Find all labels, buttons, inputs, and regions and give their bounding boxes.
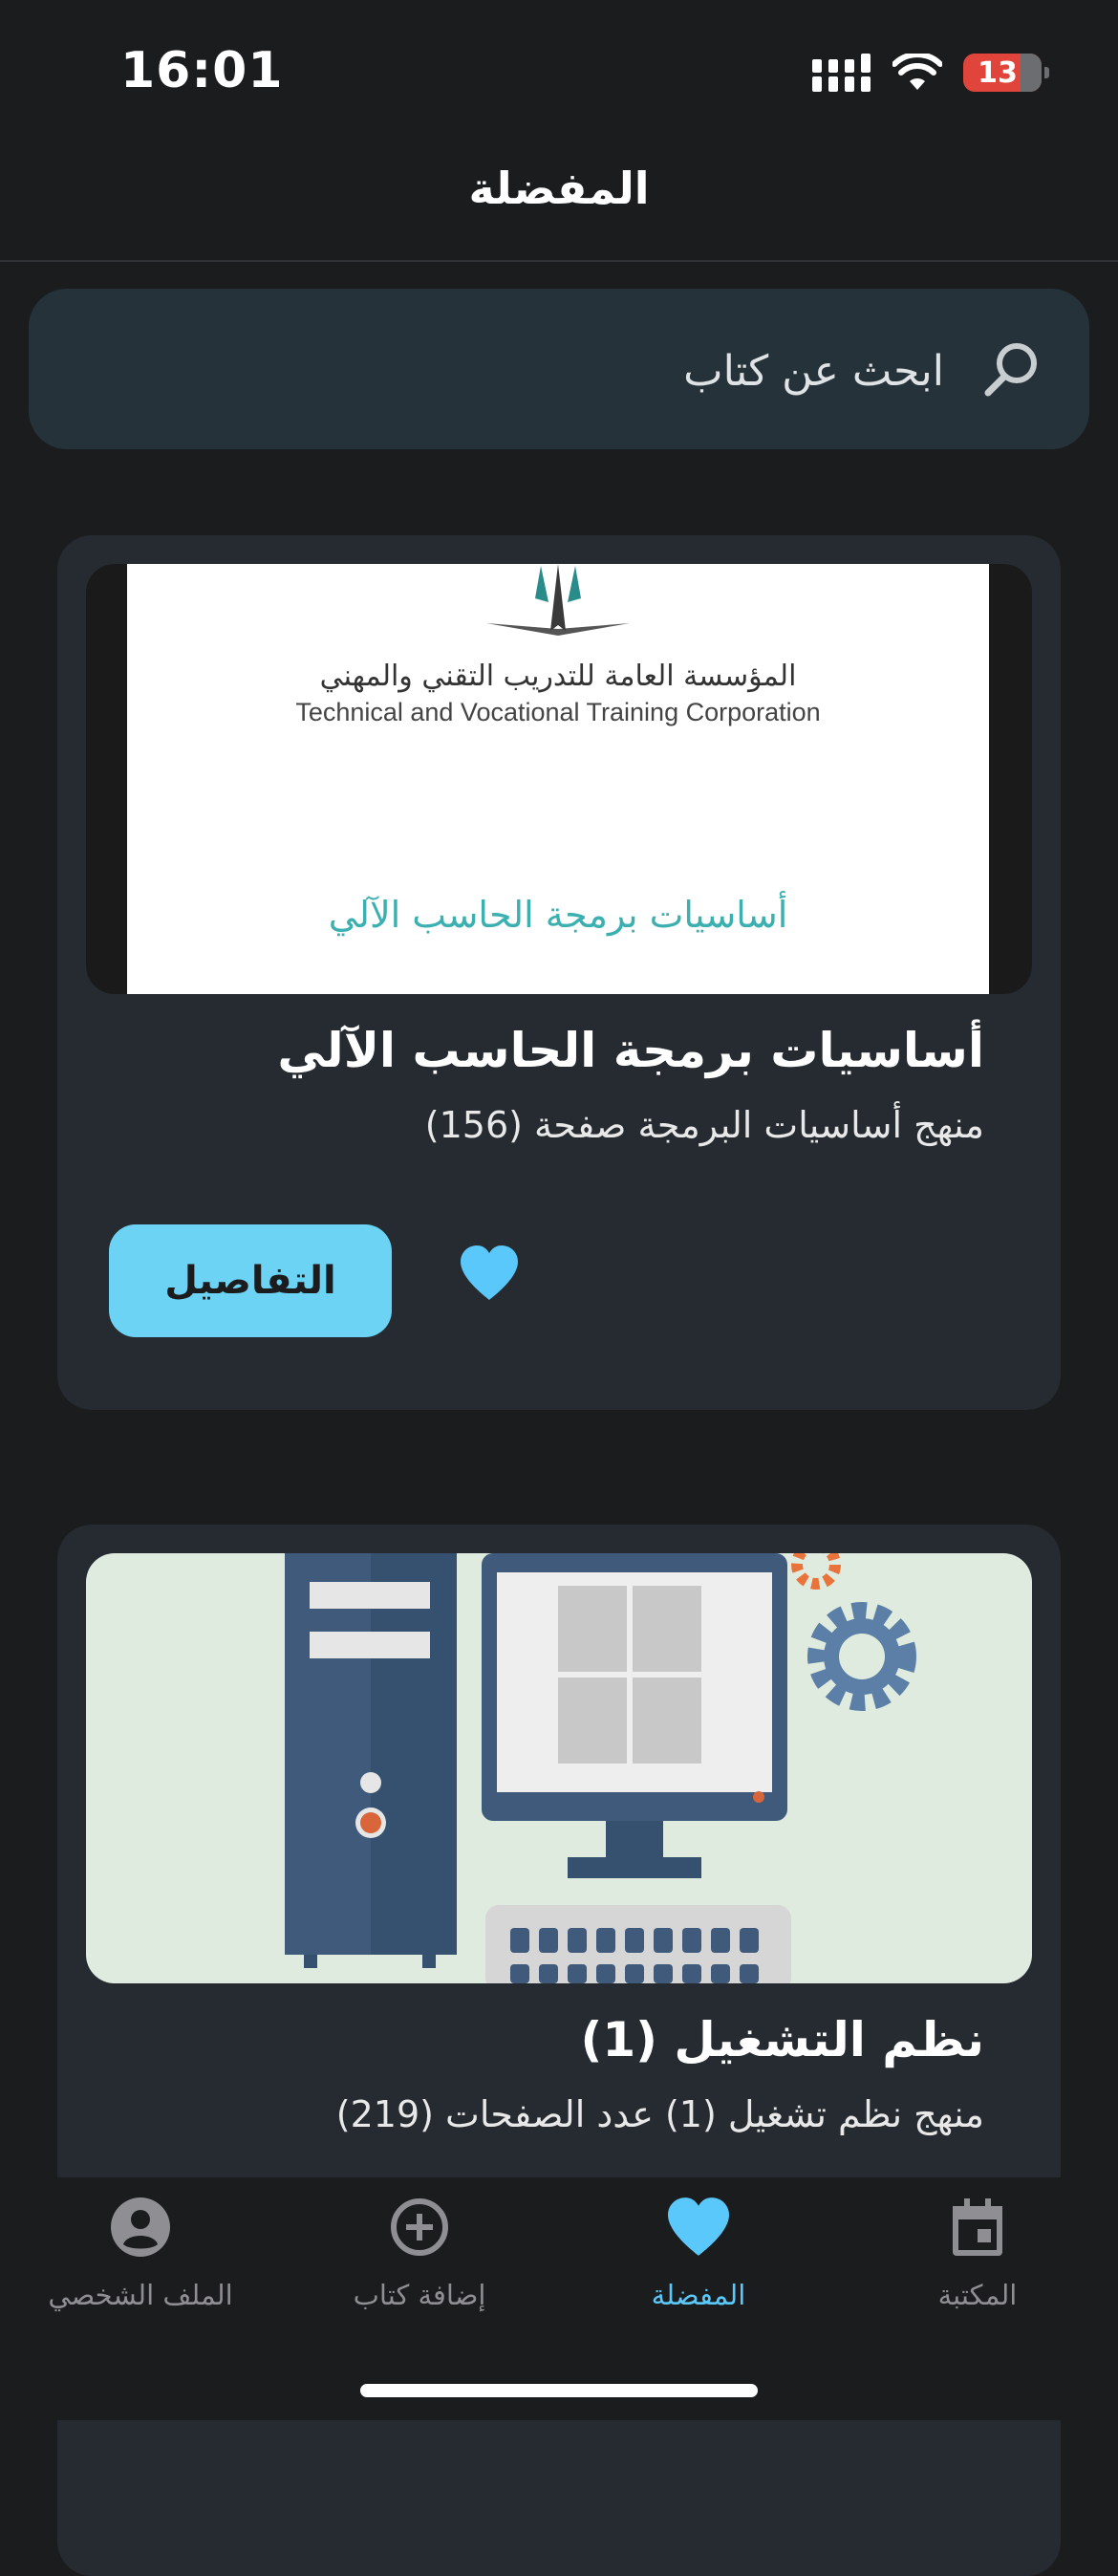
book-subtitle: منهج أساسيات البرمجة صفحة (156)	[424, 1104, 984, 1146]
person-circle-icon	[111, 2197, 170, 2257]
battery-level: 13	[978, 55, 1018, 90]
cover-title: أساسيات برمجة الحاسب الآلي	[328, 894, 788, 936]
cover-org-arabic: المؤسسة العامة للتدريب التقني والمهني	[319, 660, 797, 693]
details-button[interactable]: التفاصيل	[109, 1224, 392, 1337]
tab-label: الملف الشخصي	[48, 2279, 233, 2311]
wifi-icon	[892, 54, 942, 90]
home-indicator	[360, 2384, 758, 2397]
plus-circle-icon	[391, 2198, 448, 2256]
book-cover[interactable]: المؤسسة العامة للتدريب التقني والمهني Te…	[86, 564, 1032, 994]
tab-add-book[interactable]: إضافة كتاب	[281, 2197, 558, 2340]
search-bar[interactable]	[29, 289, 1089, 449]
status-time: 16:01	[120, 42, 284, 99]
book-card[interactable]: المؤسسة العامة للتدريب التقني والمهني Te…	[57, 535, 1061, 1410]
cover-org-english: Technical and Vocational Training Corpor…	[295, 698, 821, 726]
heart-icon	[668, 2197, 729, 2256]
tab-library[interactable]: المكتبة	[839, 2197, 1116, 2340]
calendar-icon	[953, 2198, 1002, 2256]
cellular-signal-icon	[812, 54, 871, 92]
tab-label: المكتبة	[937, 2279, 1018, 2311]
book-subtitle: منهج نظم تشغيل (1) عدد الصفحات (219)	[335, 2093, 984, 2135]
header-divider	[0, 260, 1118, 262]
computer-illustration	[285, 1553, 916, 1983]
tab-profile[interactable]: الملف الشخصي	[2, 2197, 279, 2340]
tab-label: إضافة كتاب	[353, 2279, 486, 2311]
status-bar: 16:01 13	[0, 0, 1118, 134]
book-title: نظم التشغيل (1)	[580, 2012, 984, 2067]
cover-page: المؤسسة العامة للتدريب التقني والمهني Te…	[127, 564, 989, 994]
tab-favorites[interactable]: المفضلة	[560, 2197, 837, 2340]
search-icon	[984, 343, 1037, 397]
tab-label: المفضلة	[651, 2279, 746, 2311]
favorite-heart-icon[interactable]	[459, 1245, 520, 1302]
search-input[interactable]	[178, 327, 946, 415]
status-icons: 13	[812, 52, 1049, 94]
book-title: أساسيات برمجة الحاسب الآلي	[277, 1023, 984, 1078]
book-cover[interactable]	[86, 1553, 1032, 1983]
page-title: المفضلة	[468, 162, 650, 214]
tvtc-logo	[486, 564, 630, 636]
battery-icon: 13	[963, 54, 1049, 92]
